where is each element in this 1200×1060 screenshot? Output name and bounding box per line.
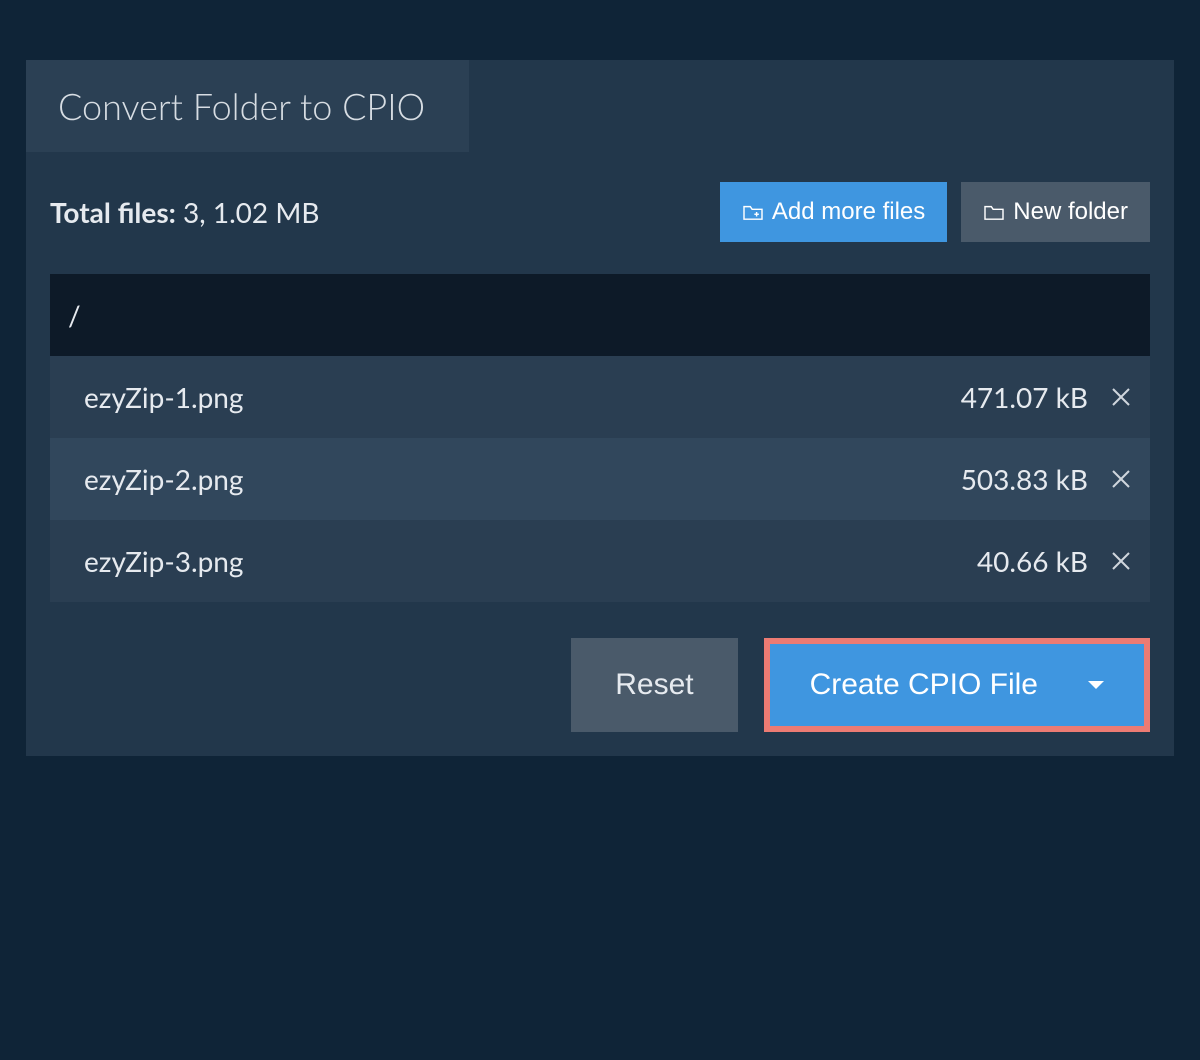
path-row: / bbox=[50, 274, 1150, 356]
remove-file-icon[interactable] bbox=[1110, 550, 1132, 572]
file-size: 503.83 kB bbox=[961, 462, 1088, 496]
remove-file-icon[interactable] bbox=[1110, 468, 1132, 490]
create-cpio-button[interactable]: Create CPIO File bbox=[770, 644, 1144, 726]
remove-file-icon[interactable] bbox=[1110, 386, 1132, 408]
new-folder-button[interactable]: New folder bbox=[961, 182, 1150, 242]
file-row: ezyZip-2.png 503.83 kB bbox=[50, 438, 1150, 520]
file-name: ezyZip-3.png bbox=[84, 544, 243, 578]
file-size: 471.07 kB bbox=[961, 380, 1088, 414]
total-files-label: Total files: 3, 1.02 MB bbox=[50, 195, 319, 229]
reset-button[interactable]: Reset bbox=[571, 638, 737, 732]
new-folder-label: New folder bbox=[1013, 198, 1128, 226]
create-cpio-label: Create CPIO File bbox=[810, 668, 1038, 702]
file-size: 40.66 kB bbox=[977, 544, 1088, 578]
file-row: ezyZip-1.png 471.07 kB bbox=[50, 356, 1150, 438]
total-files-count: 3 bbox=[183, 195, 199, 229]
add-more-files-label: Add more files bbox=[772, 198, 925, 226]
create-button-highlight: Create CPIO File bbox=[764, 638, 1150, 732]
total-files-size: 1.02 MB bbox=[213, 195, 320, 229]
folder-icon bbox=[983, 203, 1005, 221]
file-name: ezyZip-2.png bbox=[84, 462, 243, 496]
file-name: ezyZip-1.png bbox=[84, 380, 243, 414]
main-panel: Convert Folder to CPIO Total files: 3, 1… bbox=[26, 60, 1174, 756]
top-button-group: Add more files New folder bbox=[720, 182, 1150, 242]
total-files-prefix: Total files: bbox=[50, 195, 176, 229]
file-list: / ezyZip-1.png 471.07 kB ezyZip-2.png 50… bbox=[50, 274, 1150, 602]
folder-plus-icon bbox=[742, 203, 764, 221]
bottom-button-row: Reset Create CPIO File bbox=[50, 638, 1150, 732]
add-more-files-button[interactable]: Add more files bbox=[720, 182, 947, 242]
summary-row: Total files: 3, 1.02 MB Add more files bbox=[50, 182, 1150, 242]
tab-title: Convert Folder to CPIO bbox=[26, 60, 469, 152]
panel-content: Total files: 3, 1.02 MB Add more files bbox=[26, 152, 1174, 756]
file-row: ezyZip-3.png 40.66 kB bbox=[50, 520, 1150, 602]
chevron-down-icon bbox=[1088, 681, 1104, 689]
